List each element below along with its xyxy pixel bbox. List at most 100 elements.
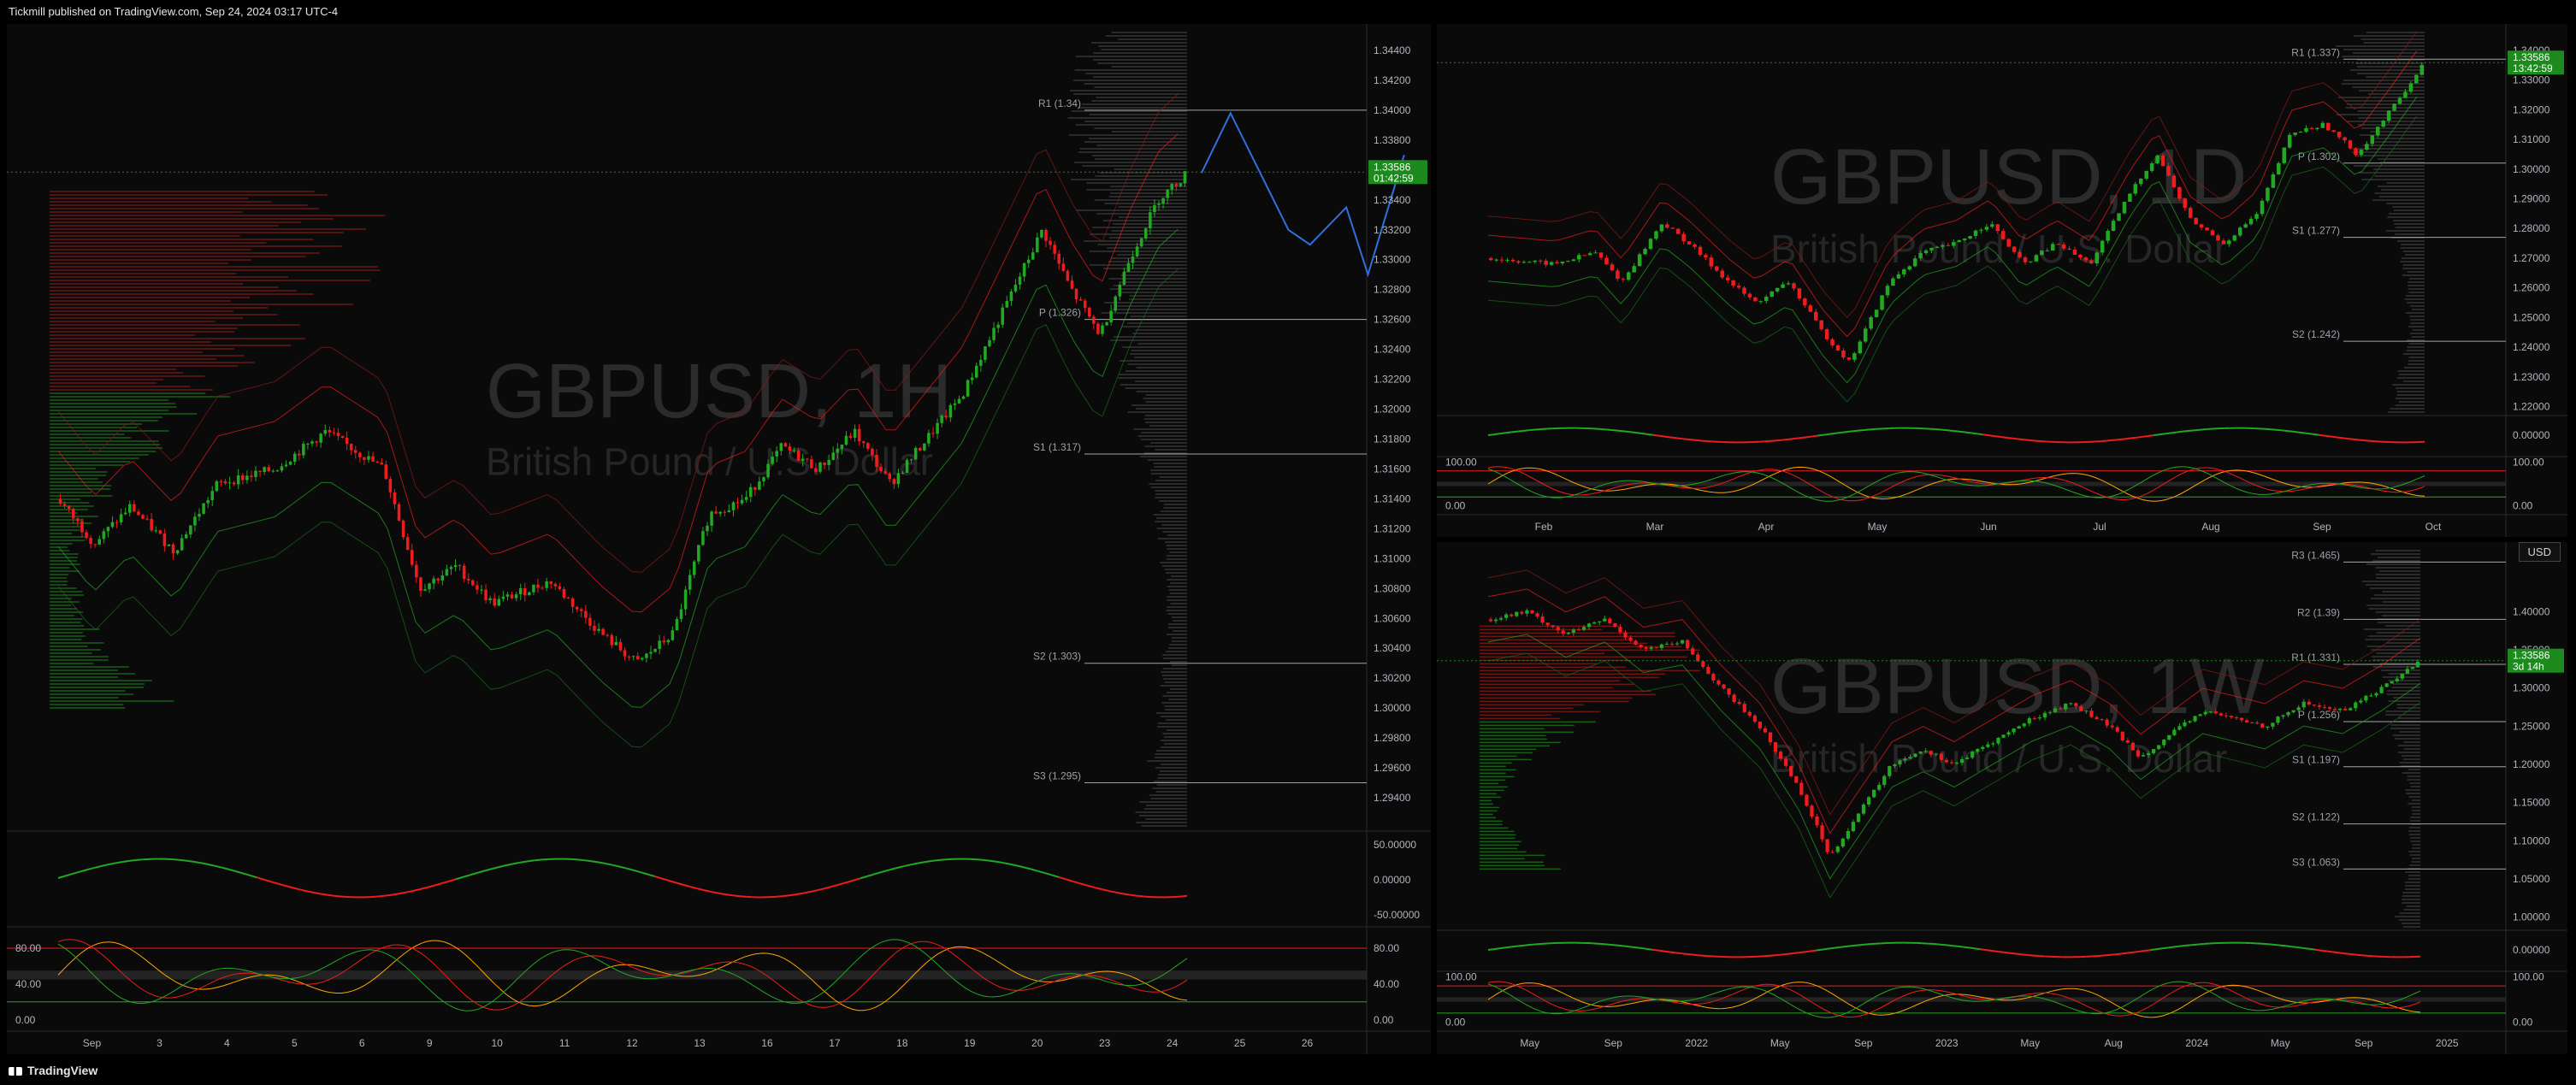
candle-body [1770, 291, 1774, 297]
time-axis-tick: Jul [2093, 521, 2106, 533]
candle-body [1747, 711, 1752, 716]
time-axis-tick: 6 [359, 1037, 365, 1049]
chart-1h-canvas[interactable]: GBPUSD, 1H British Pound / U.S. Dollar R1 … [7, 24, 1431, 1054]
momentum-oscillator-segment [2320, 949, 2327, 952]
momentum-oscillator-segment [910, 862, 918, 866]
momentum-oscillator-segment [1144, 895, 1152, 899]
candle-body [505, 594, 510, 597]
momentum-oscillator-segment [1863, 943, 1870, 946]
momentum-oscillator-segment [2318, 433, 2325, 437]
momentum-oscillator-segment [711, 891, 719, 894]
momentum-oscillator-segment [462, 874, 470, 878]
momentum-oscillator-segment [1793, 437, 1801, 440]
momentum-oscillator-segment [2271, 428, 2278, 431]
candle-body [1725, 277, 1730, 280]
candle-body [1101, 325, 1104, 334]
candle-body [302, 444, 305, 456]
chart-pane-1d[interactable]: GBPUSD, 1D British Pound / U.S. Dollar R1 … [1437, 24, 2567, 537]
price-axis-tick: 1.29800 [1374, 732, 1411, 744]
momentum-oscillator-segment [605, 862, 612, 866]
momentum-oscillator-segment [2342, 437, 2349, 440]
candle-body [171, 544, 175, 554]
candle-body [2100, 240, 2105, 253]
chart-pane-1h[interactable]: GBPUSD, 1H British Pound / U.S. Dollar R1 … [7, 24, 1431, 1054]
momentum-oscillator-segment [541, 858, 548, 861]
candle-body [927, 433, 931, 444]
tradingview-logo-icon [9, 1067, 22, 1076]
candle-body [2072, 249, 2077, 255]
candle-body [319, 433, 322, 443]
momentum-oscillator-segment [1969, 946, 1976, 950]
momentum-oscillator-segment [263, 878, 272, 883]
candle-body [1768, 732, 1773, 743]
momentum-oscillator-segment [1658, 434, 1665, 438]
momentum-oscillator-segment [1493, 947, 1500, 951]
chart-pane-1w[interactable]: GBPUSD, 1W British Pound / U.S. Dollar R3 … [1437, 542, 2567, 1054]
candle-body [476, 585, 479, 590]
candle-body [1764, 296, 1769, 302]
momentum-oscillator-segment [1992, 950, 1999, 952]
momentum-oscillator-segment [2136, 435, 2142, 439]
candle-body [410, 550, 414, 565]
candle-body [184, 534, 188, 539]
candle-body [2227, 240, 2231, 245]
candle-body [223, 481, 227, 484]
candle-body [1516, 261, 1521, 263]
candle-body [154, 530, 158, 532]
candle-body [1918, 751, 1923, 754]
candle-body [1053, 245, 1056, 254]
candle-body [2260, 723, 2265, 728]
candle-body [679, 609, 683, 619]
momentum-oscillator-segment [249, 874, 257, 879]
osc2-axis-tick: 100.00 [2513, 971, 2544, 983]
candle-body [2012, 728, 2016, 733]
candle-body [2317, 705, 2322, 707]
candle-body [119, 514, 123, 522]
momentum-oscillator-segment [1775, 953, 1781, 957]
candle-body [1962, 239, 1967, 241]
candle-body [1488, 619, 1493, 622]
candle-body [1118, 285, 1122, 297]
candle-body [2281, 715, 2285, 717]
pivot-label: S2 (1.303) [1033, 651, 1081, 663]
candle-body [1797, 288, 1802, 299]
candle-body [2074, 703, 2078, 707]
candle-body [810, 459, 813, 469]
candle-body [2094, 716, 2099, 720]
candle-body [141, 515, 145, 519]
candle-body [97, 539, 102, 545]
chart-1d-canvas[interactable]: GBPUSD, 1DBritish Pound / U.S. DollarR1 … [1437, 24, 2567, 537]
candle-body [2027, 718, 2031, 724]
candle-body [1535, 613, 1539, 617]
candle-body [180, 538, 184, 551]
momentum-oscillator-segment [2097, 954, 2104, 958]
momentum-oscillator-segment [2177, 430, 2183, 433]
candle-body [1654, 647, 1658, 649]
candle-body [1571, 259, 1576, 262]
momentum-oscillator-segment [299, 888, 307, 893]
price-axis-tick: 1.30200 [1374, 672, 1411, 684]
momentum-oscillator-segment [470, 872, 478, 876]
candle-body [1122, 271, 1126, 286]
currency-selector[interactable]: USD [2518, 542, 2561, 562]
candle-body [1706, 667, 1710, 675]
momentum-oscillator-segment [2148, 434, 2154, 438]
price-axis-tick: 1.29600 [1374, 762, 1411, 774]
candle-body [1545, 622, 1550, 626]
momentum-oscillator-segment [1037, 870, 1046, 875]
momentum-oscillator-segment [1957, 945, 1964, 948]
momentum-oscillator-segment [612, 864, 620, 868]
candle-body [415, 564, 418, 578]
candle-body [1649, 647, 1653, 649]
momentum-oscillator-segment [1137, 894, 1145, 898]
candle-body [210, 491, 215, 500]
momentum-oscillator-segment [675, 882, 683, 886]
chart-1w-canvas[interactable]: GBPUSD, 1WBritish Pound / U.S. DollarR3 … [1437, 542, 2567, 1054]
candle-body [1990, 224, 1994, 227]
momentum-oscillator-segment [2355, 953, 2362, 957]
candle-body [740, 499, 744, 504]
momentum-oscillator-segment [128, 858, 137, 862]
momentum-oscillator-segment [1664, 435, 1671, 439]
osc1-axis-tick: 0.00000 [2513, 429, 2550, 441]
time-axis-tick: 16 [761, 1037, 773, 1049]
